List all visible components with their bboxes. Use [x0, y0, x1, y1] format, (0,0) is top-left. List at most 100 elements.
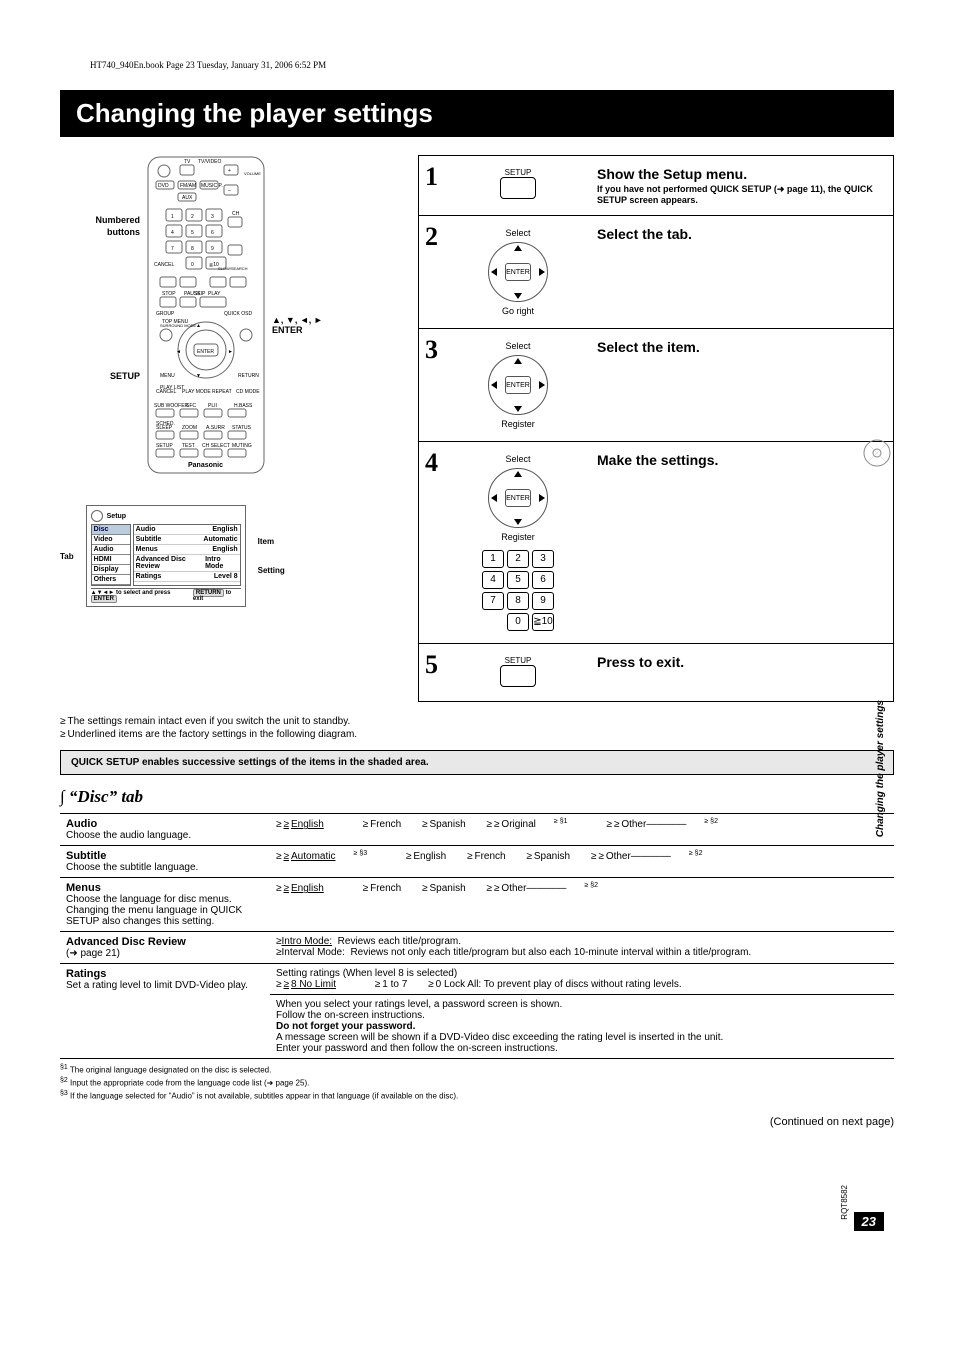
menus-label: Menus	[66, 882, 101, 894]
step2-select: Select	[447, 228, 589, 238]
tab-hdmi[interactable]: HDMI	[92, 555, 130, 565]
svg-text:SUB WOOFER: SUB WOOFER	[154, 403, 189, 409]
svg-text:MUTING: MUTING	[232, 443, 252, 449]
header-stamp: HT740_940En.book Page 23 Tuesday, Januar…	[90, 60, 326, 70]
step-2: 2 Select ENTER Go right Select the tab.	[419, 216, 893, 329]
step4-select: Select	[447, 454, 589, 464]
svg-text:4: 4	[171, 230, 174, 236]
svg-text:MENU: MENU	[160, 373, 175, 379]
svg-text:QUICK OSD: QUICK OSD	[224, 311, 252, 317]
audio-desc: Choose the audio language.	[66, 830, 191, 841]
svg-text:ZOOM: ZOOM	[182, 425, 197, 431]
audio-label: Audio	[66, 818, 97, 830]
side-label: Changing the player settings	[875, 700, 886, 837]
svg-text:–: –	[228, 188, 231, 194]
gear-icon	[91, 510, 103, 522]
callout-setting: Setting	[258, 566, 285, 575]
disc-tab-title: “Disc” tab	[60, 787, 894, 807]
step1-head: Show the Setup menu.	[597, 166, 883, 182]
step2-head: Select the tab.	[597, 226, 883, 242]
step-5: 5 SETUP Press to exit.	[419, 644, 893, 701]
svg-text:VOLUME: VOLUME	[244, 171, 261, 176]
step5-head: Press to exit.	[597, 654, 883, 670]
keypad[interactable]: 123 456 789 0≧10	[447, 550, 589, 631]
setup-tab-list: Disc Video Audio HDMI Display Others	[91, 524, 131, 586]
adr-interval: Interval Mode:	[282, 947, 345, 958]
svg-text:ENTER: ENTER	[197, 349, 214, 355]
svg-text:GROUP: GROUP	[156, 311, 175, 317]
adr-ref: (➜ page 21)	[66, 948, 120, 959]
svg-text:CH SELECT: CH SELECT	[202, 443, 230, 449]
svg-text:►: ►	[228, 349, 233, 355]
svg-text:STATUS: STATUS	[232, 425, 252, 431]
disc-icon	[862, 438, 892, 468]
step1-setup-label: SETUP	[447, 168, 589, 177]
label-setup: SETUP	[60, 371, 140, 381]
step-3: 3 Select ENTER Register Select the item.	[419, 329, 893, 442]
svg-text:▼: ▼	[196, 373, 201, 379]
adr-intro: Intro Mode:	[282, 936, 333, 947]
svg-text:SFC: SFC	[186, 403, 196, 409]
tab-video[interactable]: Video	[92, 535, 130, 545]
page-title: Changing the player settings	[60, 90, 894, 137]
svg-text:8: 8	[191, 246, 194, 252]
svg-text:Panasonic: Panasonic	[188, 462, 223, 469]
subtitle-label: Subtitle	[66, 850, 106, 862]
remote-illustration: TV TV/VIDEO + VOLUME DVD FM/AM MUSIC P. …	[146, 155, 266, 475]
svg-text:6: 6	[211, 230, 214, 236]
step4-head: Make the settings.	[597, 452, 883, 468]
svg-text:STOP: STOP	[162, 291, 176, 297]
enter-ring-icon[interactable]: ENTER	[488, 355, 548, 415]
ratings-n1: When you select your ratings level, a pa…	[276, 999, 888, 1010]
svg-text:0: 0	[191, 262, 194, 268]
steps-panel: 1 SETUP Show the Setup menu. If you have…	[418, 155, 894, 702]
tab-audio[interactable]: Audio	[92, 545, 130, 555]
quick-setup-note: QUICK SETUP enables successive settings …	[60, 750, 894, 775]
menus-desc: Choose the language for disc menus. Chan…	[66, 894, 242, 927]
enter-label: ENTER	[505, 489, 531, 507]
callout-tab: Tab	[60, 552, 78, 561]
tab-disc[interactable]: Disc	[92, 525, 130, 535]
tab-display[interactable]: Display	[92, 565, 130, 575]
svg-text:CANCEL: CANCEL	[154, 262, 175, 268]
svg-text:9: 9	[211, 246, 214, 252]
svg-text:TV: TV	[184, 159, 191, 165]
label-enter: ENTER	[272, 325, 323, 335]
subtitle-desc: Choose the subtitle language.	[66, 862, 198, 873]
ratings-label: Ratings	[66, 968, 106, 980]
svg-text:H.BASS: H.BASS	[234, 403, 253, 409]
note-1: The settings remain intact even if you s…	[60, 716, 350, 727]
svg-text:PLAY: PLAY	[208, 291, 221, 297]
svg-text:PAUSE: PAUSE	[184, 291, 201, 297]
step5-setup-label: SETUP	[447, 656, 589, 665]
left-column: Numbered buttons SETUP TV TV/VIDEO + VOL…	[60, 155, 400, 702]
svg-text:CH: CH	[232, 211, 240, 217]
svg-text:PLII: PLII	[208, 403, 217, 409]
note-2: Underlined items are the factory setting…	[60, 729, 357, 740]
svg-text:TV/VIDEO: TV/VIDEO	[198, 159, 221, 165]
svg-text:PLAY MODE: PLAY MODE	[182, 389, 211, 395]
svg-text:7: 7	[171, 246, 174, 252]
label-numbered: Numbered	[60, 215, 140, 225]
disc-settings-table: AudioChoose the audio language. English …	[60, 813, 894, 1059]
enter-ring-icon[interactable]: ENTER	[488, 468, 548, 528]
label-buttons: buttons	[60, 227, 140, 237]
callout-item: Item	[258, 537, 285, 546]
step4-register: Register	[447, 532, 589, 542]
enter-label: ENTER	[505, 376, 531, 394]
svg-text:SLEEP: SLEEP	[156, 425, 173, 431]
svg-text:RETURN: RETURN	[238, 373, 259, 379]
setup-screen: Setup Disc Video Audio HDMI Display Othe…	[86, 505, 246, 607]
svg-text:+: +	[228, 168, 231, 174]
setup-button-icon[interactable]	[500, 177, 536, 199]
label-directions: ▲, ▼, ◄, ►	[272, 315, 323, 325]
tab-others[interactable]: Others	[92, 575, 130, 585]
step3-head: Select the item.	[597, 339, 883, 355]
svg-text:▲: ▲	[196, 323, 201, 329]
svg-text:CD MODE: CD MODE	[236, 389, 260, 395]
step2-go: Go right	[447, 306, 589, 316]
ratings-n3: Do not forget your password.	[276, 1021, 888, 1032]
enter-ring-icon[interactable]: ENTER	[488, 242, 548, 302]
setup-button-icon[interactable]	[500, 665, 536, 687]
footnotes: §1 The original language designated on t…	[60, 1063, 894, 1102]
